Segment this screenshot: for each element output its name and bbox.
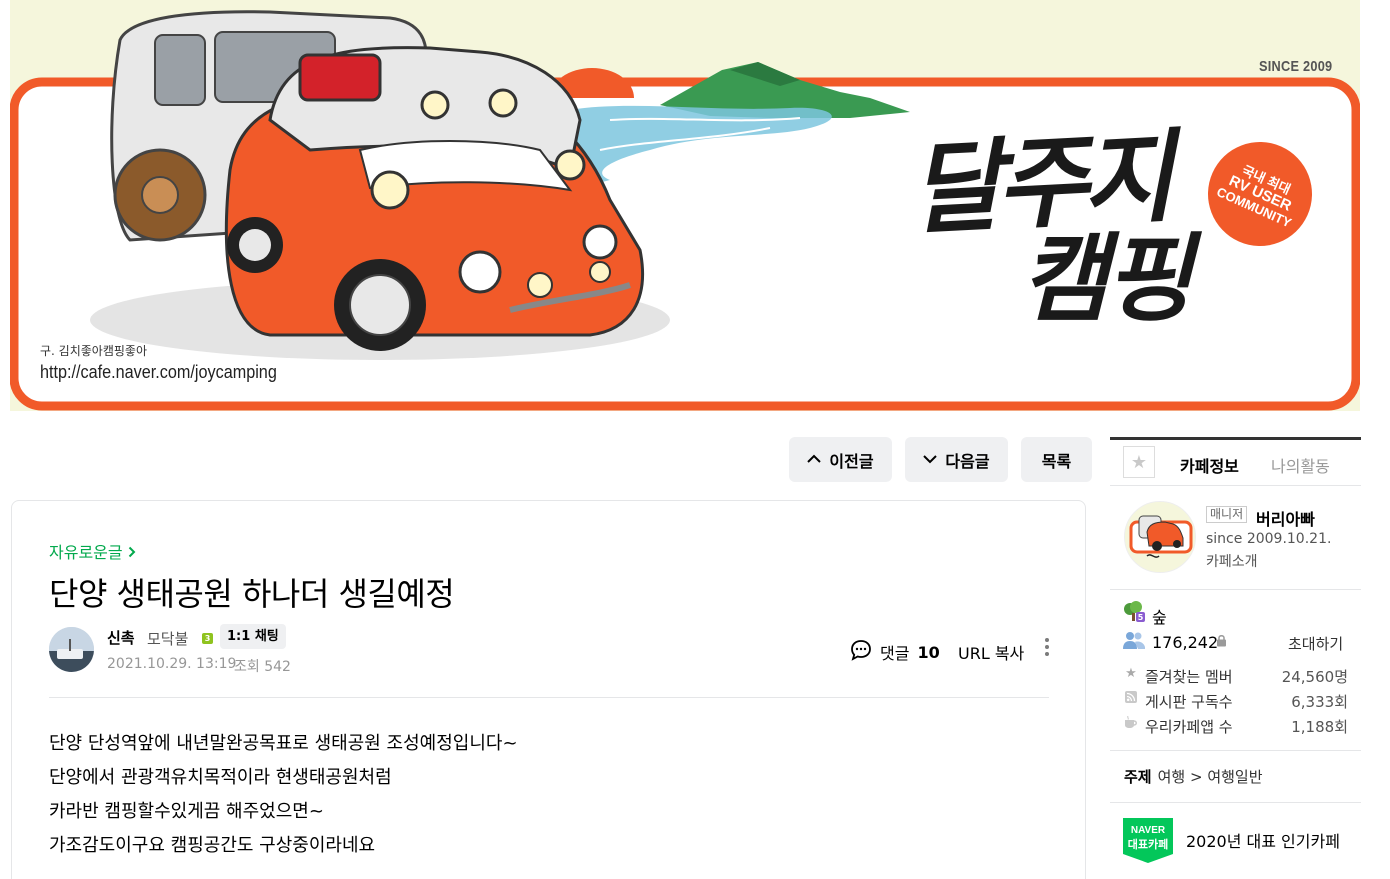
naver-representative-cafe-badge: NAVER 대표카페	[1123, 818, 1173, 863]
body-paragraph: 카라반 캠핑할수있게끔 해주었으면~	[49, 801, 324, 822]
author-avatar[interactable]	[49, 627, 94, 672]
banner-since: SINCE 2009	[1258, 58, 1332, 75]
author-name[interactable]: 신촉	[107, 627, 135, 648]
url-copy-button[interactable]: URL 복사	[958, 640, 1024, 664]
member-rank: 모닥불	[147, 630, 189, 648]
comment-label: 댓글	[880, 644, 910, 663]
award-text: 2020년 대표 인기카페	[1186, 832, 1340, 851]
tab-my-activity[interactable]: 나의활동	[1271, 453, 1330, 477]
rank-badge-icon: 3	[202, 633, 213, 644]
lock-icon	[1216, 634, 1227, 650]
board-name: 자유로운글	[49, 543, 123, 562]
banner-old-name: 구. 김치좋아캠핑좋아	[40, 344, 147, 358]
forest-grade-icon: 5	[1123, 601, 1145, 623]
sidebar-divider	[1110, 750, 1361, 751]
badge-cafe-text: 대표카페	[1128, 837, 1168, 851]
next-article-label: 다음글	[945, 451, 990, 471]
post-date: 2021.10.29. 13:19	[107, 656, 237, 672]
stat-value: 1,188회	[1291, 718, 1348, 736]
sidebar-divider	[1110, 485, 1361, 486]
body-paragraph: 단양 단성역앞에 내년말완공목표로 생태공원 조성예정입니다~	[49, 733, 518, 754]
chevron-down-icon	[923, 452, 938, 468]
cafe-grade: 숲	[1152, 608, 1167, 627]
banner-logo: 달주지 캠핑	[907, 117, 1210, 335]
article-title: 단양 생태공원 하나더 생길예정	[49, 575, 455, 613]
tab-cafe-info[interactable]: 카페정보	[1180, 453, 1239, 477]
sidebar-top-border	[1110, 437, 1361, 440]
stat-label: 즐겨찾는 멤버	[1145, 668, 1233, 686]
view-count: 조회 542	[234, 659, 291, 675]
favorite-star-icon[interactable]: ★	[1123, 446, 1155, 478]
header-divider	[49, 697, 1049, 698]
comment-link[interactable]: 댓글 10	[850, 639, 940, 665]
stat-label: 우리카페앱 수	[1145, 718, 1233, 736]
board-link[interactable]: 자유로운글	[49, 539, 136, 563]
manager-tag: 매니저	[1206, 506, 1248, 523]
prev-article-label: 이전글	[829, 451, 874, 471]
banner-logo-line1: 달주지	[907, 117, 1171, 249]
comment-count: 10	[917, 642, 940, 662]
member-count: 176,242	[1152, 633, 1219, 652]
banner-cafe-url: http://cafe.naver.com/joycamping	[40, 362, 277, 382]
one-to-one-chat-button[interactable]: 1:1 채팅	[220, 624, 286, 649]
sidebar-divider	[1110, 802, 1361, 803]
topic-value: 여행 > 여행일반	[1157, 768, 1263, 786]
comment-bubble-icon	[850, 639, 872, 665]
banner-logo-line2: 캠핑	[1020, 222, 1193, 335]
cafe-topic: 주제 여행 > 여행일반	[1124, 766, 1263, 787]
badge-naver-text: NAVER	[1131, 825, 1166, 836]
app-icon	[1123, 715, 1139, 732]
rss-icon	[1123, 691, 1139, 707]
next-article-button[interactable]: 다음글	[905, 437, 1008, 482]
svg-text:5: 5	[1138, 613, 1144, 622]
cafe-banner[interactable]: SINCE 2009 구. 김치좋아캠핑좋아 http://cafe.naver…	[10, 0, 1360, 411]
article-container: 자유로운글 단양 생태공원 하나더 생길예정 신촉 모닥불 3 1:1 채팅 2…	[11, 500, 1086, 879]
stat-label: 게시판 구독수	[1145, 693, 1233, 711]
more-options-icon[interactable]	[1039, 635, 1055, 659]
cafe-thumbnail[interactable]	[1124, 501, 1196, 573]
body-paragraph: 가조감도이구요 캠핑공간도 구상중이라네요	[49, 835, 376, 856]
invite-button[interactable]: 초대하기	[1288, 633, 1343, 654]
body-paragraph: 단양에서 관광객유치목적이라 현생태공원처럼	[49, 767, 392, 788]
manager-name[interactable]: 버리아빠	[1256, 506, 1315, 530]
chevron-up-icon	[807, 452, 822, 468]
members-icon	[1123, 631, 1145, 651]
stat-value: 24,560명	[1281, 668, 1348, 686]
cafe-intro-link[interactable]: 카페소개	[1206, 551, 1258, 571]
stat-value: 6,333회	[1291, 693, 1348, 711]
topic-label: 주제	[1124, 768, 1152, 786]
chevron-right-icon	[128, 543, 136, 562]
sidebar-divider	[1110, 589, 1361, 590]
prev-article-button[interactable]: 이전글	[789, 437, 892, 482]
cafe-since-date: since 2009.10.21.	[1206, 531, 1332, 547]
cafe-info-sidebar: ★ 카페정보 나의활동 매니저 버리아빠 since 2009.10.21. 카…	[1110, 437, 1361, 879]
list-label: 목록	[1041, 451, 1072, 471]
list-button[interactable]: 목록	[1021, 437, 1092, 482]
star-icon: ★	[1125, 666, 1137, 681]
